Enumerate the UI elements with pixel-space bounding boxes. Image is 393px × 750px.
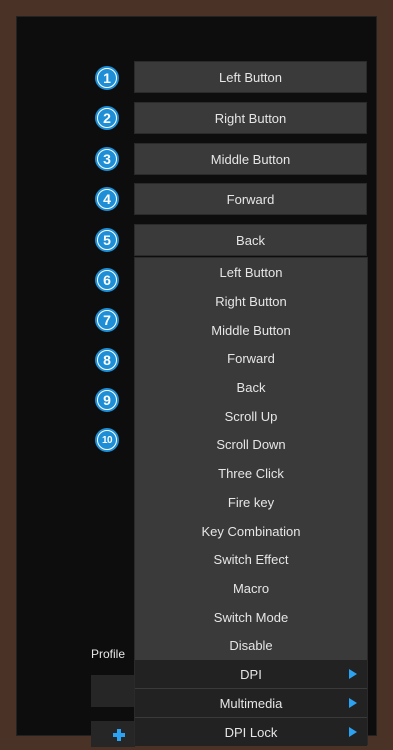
menu-item-fire-key[interactable]: Fire key — [135, 488, 367, 516]
profile-label: Profile — [91, 647, 126, 661]
assign-button-1[interactable]: Left Button — [134, 61, 367, 93]
assign-button-5[interactable]: Back — [134, 224, 367, 256]
menu-item-multimedia-label: Multimedia — [219, 695, 283, 711]
menu-item-dpi-lock-label: DPI Lock — [224, 724, 278, 740]
menu-item-left-button[interactable]: Left Button — [135, 258, 367, 286]
button-number-badge-8: 8 — [95, 348, 119, 372]
menu-item-back[interactable]: Back — [135, 373, 367, 401]
button-number-badge-9: 9 — [95, 388, 119, 412]
menu-item-forward[interactable]: Forward — [135, 344, 367, 372]
menu-item-dpi-label: DPI — [240, 666, 262, 682]
button-number-badge-3: 3 — [95, 147, 119, 171]
menu-item-dpi-lock[interactable]: DPI Lock — [135, 718, 367, 746]
function-dropdown-menu: Left Button Right Button Middle Button F… — [134, 257, 368, 746]
menu-item-scroll-down[interactable]: Scroll Down — [135, 430, 367, 458]
button-number-badge-1: 1 — [95, 66, 119, 90]
menu-item-three-click[interactable]: Three Click — [135, 459, 367, 487]
menu-item-scroll-up[interactable]: Scroll Up — [135, 402, 367, 430]
menu-item-key-combination[interactable]: Key Combination — [135, 517, 367, 545]
button-number-badge-2: 2 — [95, 106, 119, 130]
menu-item-middle-button[interactable]: Middle Button — [135, 316, 367, 344]
button-number-badge-6: 6 — [95, 268, 119, 292]
submenu-arrow-icon — [349, 698, 357, 708]
menu-item-switch-effect[interactable]: Switch Effect — [135, 545, 367, 573]
menu-item-macro[interactable]: Macro — [135, 574, 367, 602]
button-assignment-panel: 1 2 3 4 5 6 7 8 9 10 Left Button Right B… — [16, 16, 377, 747]
assign-button-4[interactable]: Forward — [134, 183, 367, 215]
button-number-badge-10: 10 — [95, 428, 119, 452]
menu-item-dpi[interactable]: DPI — [135, 660, 367, 688]
button-number-badge-5: 5 — [95, 228, 119, 252]
button-number-badge-7: 7 — [95, 308, 119, 332]
button-number-badge-4: 4 — [95, 187, 119, 211]
submenu-arrow-icon — [349, 669, 357, 679]
assign-button-2[interactable]: Right Button — [134, 102, 367, 134]
assign-button-3[interactable]: Middle Button — [134, 143, 367, 175]
menu-item-switch-mode[interactable]: Switch Mode — [135, 603, 367, 631]
add-profile-button[interactable] — [91, 721, 135, 747]
menu-item-disable[interactable]: Disable — [135, 631, 367, 659]
profile-select[interactable] — [91, 675, 135, 707]
submenu-arrow-icon — [349, 727, 357, 737]
menu-item-multimedia[interactable]: Multimedia — [135, 689, 367, 717]
menu-item-right-button[interactable]: Right Button — [135, 287, 367, 315]
plus-icon — [113, 729, 125, 741]
